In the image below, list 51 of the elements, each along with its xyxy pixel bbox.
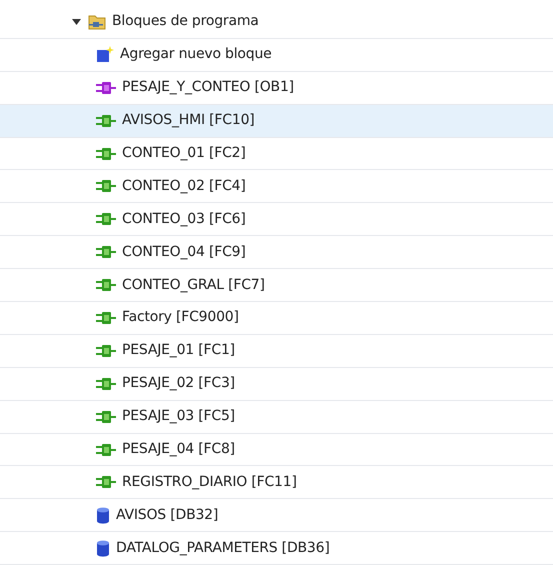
tree-item[interactable]: PESAJE_02 [FC3] — [0, 368, 553, 401]
item-label: CONTEO_GRAL [FC7] — [122, 276, 265, 295]
item-label: CONTEO_04 [FC9] — [122, 242, 246, 262]
folder-icon — [88, 14, 106, 30]
item-label: Agregar nuevo bloque — [120, 45, 272, 64]
block-icon — [96, 442, 116, 457]
block-icon — [96, 475, 116, 490]
tree-item[interactable]: PESAJE_03 [FC5] — [0, 400, 553, 434]
tree-item[interactable]: REGISTRO_DIARIO [FC11] — [0, 466, 553, 500]
block-icon — [96, 245, 116, 260]
item-label: PESAJE_01 [FC1] — [122, 341, 235, 360]
item-label: AVISOS_HMI [FC10] — [122, 111, 255, 130]
database-icon — [96, 540, 110, 557]
database-icon — [96, 506, 110, 524]
item-label: Factory [FC9000] — [122, 308, 239, 328]
tree-item[interactable]: PESAJE_04 [FC8] — [0, 434, 553, 466]
item-label: PESAJE_Y_CONTEO [OB1] — [122, 78, 294, 98]
block-icon — [96, 344, 116, 358]
collapse-arrow-icon[interactable] — [72, 16, 82, 27]
tree-item[interactable]: Bloques de programa — [0, 6, 553, 39]
tree-item[interactable]: CONTEO_03 [FC6] — [0, 203, 553, 236]
add-block-icon — [96, 46, 114, 64]
tree-item[interactable]: AVISOS [DB32] — [0, 499, 553, 532]
block-icon — [96, 376, 116, 391]
block-icon — [96, 410, 116, 424]
tree-item[interactable]: CONTEO_01 [FC2] — [0, 138, 553, 170]
item-label: DATALOG_PARAMETERS [DB36] — [116, 538, 330, 558]
item-label: AVISOS [DB32] — [116, 506, 218, 525]
item-label: Bloques de programa — [112, 12, 259, 32]
item-label: CONTEO_02 [FC4] — [122, 176, 246, 196]
item-label: PESAJE_03 [FC5] — [122, 407, 235, 426]
tree-item[interactable]: CONTEO_04 [FC9] — [0, 236, 553, 270]
block-icon — [96, 146, 116, 160]
block-icon — [96, 179, 116, 194]
block-icon — [96, 80, 116, 95]
item-label: PESAJE_04 [FC8] — [122, 440, 235, 460]
item-label: REGISTRO_DIARIO [FC11] — [122, 472, 297, 492]
tree-item[interactable]: Agregar nuevo bloque — [0, 38, 553, 72]
block-icon — [96, 310, 116, 325]
item-label: PESAJE_02 [FC3] — [122, 374, 235, 394]
tree-item[interactable]: CONTEO_GRAL [FC7] — [0, 269, 553, 302]
item-label: CONTEO_03 [FC6] — [122, 210, 246, 229]
tree-item[interactable]: DATALOG_PARAMETERS [DB36] — [0, 532, 553, 565]
block-icon — [96, 212, 116, 226]
tree-item[interactable]: AVISOS_HMI [FC10] — [0, 104, 553, 138]
tree-item[interactable]: Factory [FC9000] — [0, 302, 553, 335]
block-icon — [96, 278, 116, 292]
tree-item[interactable]: PESAJE_01 [FC1] — [0, 334, 553, 368]
item-label: CONTEO_01 [FC2] — [122, 144, 246, 163]
tree-item[interactable]: CONTEO_02 [FC4] — [0, 170, 553, 204]
block-icon — [96, 114, 116, 128]
